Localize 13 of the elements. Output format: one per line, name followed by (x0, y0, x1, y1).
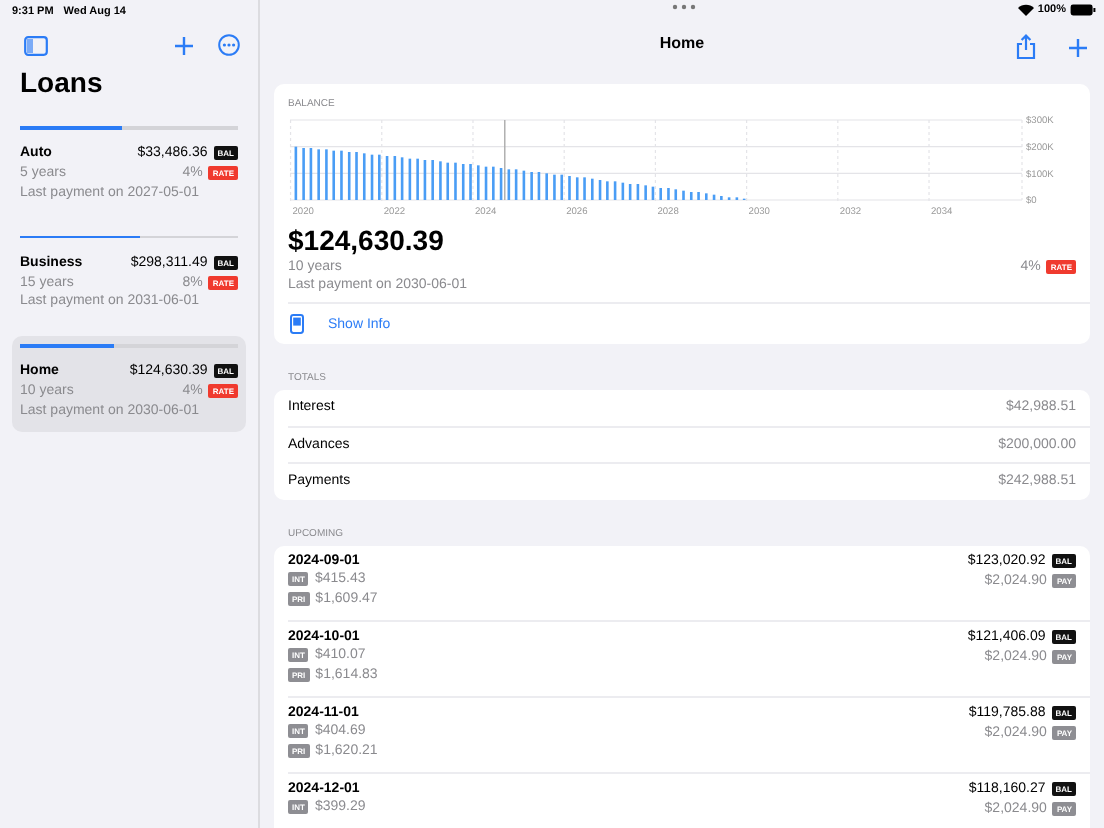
balance-amount: $124,630.39 (286, 222, 446, 256)
wifi-icon (1017, 4, 1034, 16)
sidebar-toggle-icon[interactable] (24, 35, 48, 55)
battery-icon (1070, 4, 1096, 16)
sidebar-title: Loans (18, 64, 105, 102)
selection-marker-line (504, 119, 506, 201)
phone-icon (290, 314, 304, 334)
share-icon[interactable] (1016, 34, 1036, 60)
add-icon[interactable] (174, 35, 194, 55)
add-icon[interactable] (1068, 37, 1088, 57)
more-icon[interactable] (218, 34, 240, 56)
multitasking-dots-icon[interactable] (672, 4, 696, 10)
page-title: Home (659, 34, 705, 52)
